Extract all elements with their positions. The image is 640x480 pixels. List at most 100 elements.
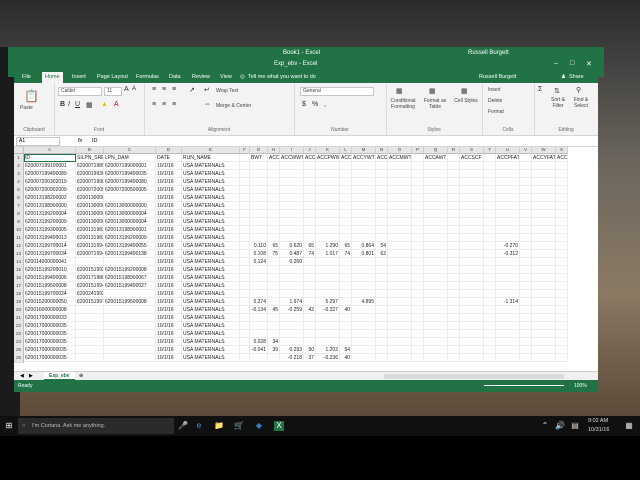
table-cell[interactable]: 620007199400089 [76, 250, 104, 258]
table-cell[interactable] [316, 258, 340, 266]
table-cell[interactable]: 620015199400006 [24, 274, 76, 282]
table-cell[interactable]: 10/1/16 [156, 346, 182, 354]
table-cell[interactable] [240, 274, 250, 282]
table-cell[interactable] [496, 290, 520, 298]
table-cell[interactable] [268, 226, 280, 234]
table-cell[interactable] [376, 170, 388, 178]
table-cell[interactable] [340, 178, 352, 186]
table-cell[interactable] [352, 266, 376, 274]
table-cell[interactable] [316, 234, 340, 242]
table-cell[interactable] [250, 314, 268, 322]
table-cell[interactable] [496, 282, 520, 290]
table-cell[interactable] [532, 290, 556, 298]
table-cell[interactable] [484, 154, 496, 162]
table-cell[interactable] [388, 162, 412, 170]
table-cell[interactable]: ID [24, 154, 76, 162]
table-cell[interactable] [484, 306, 496, 314]
table-cell[interactable] [532, 346, 556, 354]
table-cell[interactable] [484, 226, 496, 234]
table-cell[interactable]: USA MATERNALS [182, 314, 240, 322]
table-cell[interactable] [352, 282, 376, 290]
table-cell[interactable] [556, 258, 568, 266]
table-cell[interactable] [388, 298, 412, 306]
table-cell[interactable] [240, 338, 250, 346]
table-cell[interactable] [484, 170, 496, 178]
table-cell[interactable] [388, 282, 412, 290]
table-cell[interactable] [316, 282, 340, 290]
table-cell[interactable]: USA MATERNALS [182, 258, 240, 266]
table-cell[interactable]: LPN_DAM [104, 154, 156, 162]
table-cell[interactable] [460, 274, 484, 282]
table-cell[interactable] [304, 322, 316, 330]
table-cell[interactable] [520, 218, 532, 226]
table-cell[interactable] [388, 178, 412, 186]
table-cell[interactable] [304, 290, 316, 298]
tab-file[interactable]: File [22, 74, 31, 80]
table-cell[interactable] [316, 322, 340, 330]
table-cell[interactable] [352, 338, 376, 346]
column-header[interactable]: E [182, 147, 240, 154]
table-cell[interactable] [448, 250, 460, 258]
table-cell[interactable]: 620001993000005 [76, 170, 104, 178]
column-header[interactable]: J [304, 147, 316, 154]
table-cell[interactable] [424, 194, 448, 202]
select-all-corner[interactable] [14, 147, 24, 154]
table-cell[interactable]: RUN_NAME [182, 154, 240, 162]
table-cell[interactable]: ACCWWT [280, 154, 304, 162]
table-cell[interactable] [268, 330, 280, 338]
table-cell[interactable] [460, 338, 484, 346]
table-cell[interactable] [76, 346, 104, 354]
table-cell[interactable] [104, 290, 156, 298]
table-cell[interactable] [352, 170, 376, 178]
table-cell[interactable] [448, 186, 460, 194]
table-cell[interactable]: -0.259 [280, 306, 304, 314]
tab-insert[interactable]: Insert [72, 74, 86, 80]
table-cell[interactable]: 620007199400089 [24, 170, 76, 178]
table-cell[interactable] [376, 338, 388, 346]
table-cell[interactable] [460, 290, 484, 298]
table-cell[interactable] [412, 194, 424, 202]
table-cell[interactable] [556, 234, 568, 242]
table-cell[interactable] [424, 226, 448, 234]
currency-icon[interactable]: $ [302, 101, 306, 108]
table-cell[interactable]: 10/1/16 [156, 266, 182, 274]
table-cell[interactable] [268, 290, 280, 298]
table-cell[interactable] [484, 178, 496, 186]
table-cell[interactable]: 10/1/16 [156, 322, 182, 330]
table-cell[interactable]: USA MATERNALS [182, 186, 240, 194]
table-cell[interactable]: 0.620 [280, 242, 304, 250]
table-cell[interactable] [484, 330, 496, 338]
table-cell[interactable] [424, 346, 448, 354]
table-cell[interactable] [496, 322, 520, 330]
table-cell[interactable] [532, 322, 556, 330]
table-cell[interactable]: 620015199700024 [24, 290, 76, 298]
table-cell[interactable] [448, 178, 460, 186]
table-cell[interactable] [268, 234, 280, 242]
table-cell[interactable] [448, 210, 460, 218]
table-cell[interactable] [460, 258, 484, 266]
table-cell[interactable]: USA MATERNALS [182, 322, 240, 330]
table-cell[interactable]: 620013199700034 [24, 250, 76, 258]
formula-input[interactable]: ID [92, 138, 98, 144]
tab-home[interactable]: Home [42, 72, 63, 83]
table-cell[interactable] [250, 186, 268, 194]
table-cell[interactable] [388, 306, 412, 314]
table-cell[interactable] [280, 186, 304, 194]
table-cell[interactable] [412, 186, 424, 194]
mic-icon[interactable]: 🎤 [178, 421, 188, 431]
table-cell[interactable] [352, 314, 376, 322]
table-cell[interactable] [520, 258, 532, 266]
table-cell[interactable]: 620017000000035 [24, 322, 76, 330]
table-cell[interactable] [76, 306, 104, 314]
table-cell[interactable] [556, 346, 568, 354]
column-header[interactable]: B [76, 147, 104, 154]
table-cell[interactable]: 620007200302019 [24, 178, 76, 186]
conditional-formatting-button[interactable]: Conditional Formatting [388, 98, 418, 110]
sort-filter-button[interactable]: Sort & Filter [548, 97, 568, 109]
table-cell[interactable]: 620015199700024 [76, 298, 104, 306]
table-cell[interactable] [316, 330, 340, 338]
table-cell[interactable] [316, 202, 340, 210]
table-cell[interactable] [388, 186, 412, 194]
table-cell[interactable] [424, 186, 448, 194]
table-cell[interactable] [240, 178, 250, 186]
